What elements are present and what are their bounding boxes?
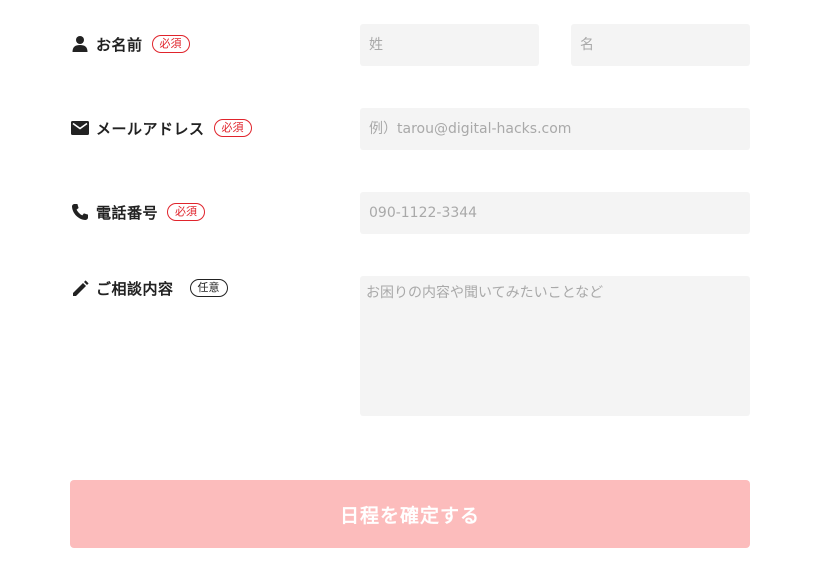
email-label-group: メールアドレス 必須 — [70, 117, 252, 139]
consult-optional-badge: 任意 — [189, 279, 228, 297]
phone-icon — [70, 202, 90, 222]
consult-label: ご相談内容 — [96, 279, 174, 298]
person-icon — [70, 34, 90, 54]
phone-required-badge: 必須 — [167, 203, 206, 221]
consult-label-group: ご相談内容 任意 — [70, 277, 228, 299]
email-label: メールアドレス — [96, 119, 205, 138]
email-input[interactable] — [360, 108, 750, 150]
envelope-icon — [70, 118, 90, 138]
phone-label-group: 電話番号 必須 — [70, 201, 206, 223]
phone-label: 電話番号 — [96, 203, 159, 222]
pencil-icon — [70, 278, 90, 298]
phone-input[interactable] — [360, 192, 750, 234]
first-name-input[interactable] — [571, 24, 750, 66]
name-label: お名前 — [96, 35, 143, 54]
name-label-group: お名前 必須 — [70, 33, 190, 55]
contact-form: お名前 必須 メールアドレス 必須 電話番号 必須 — [0, 0, 835, 570]
email-required-badge: 必須 — [213, 119, 252, 137]
last-name-input[interactable] — [360, 24, 539, 66]
confirm-schedule-button[interactable]: 日程を確定する — [70, 480, 750, 548]
name-required-badge: 必須 — [151, 35, 190, 53]
consult-textarea[interactable] — [360, 276, 750, 416]
